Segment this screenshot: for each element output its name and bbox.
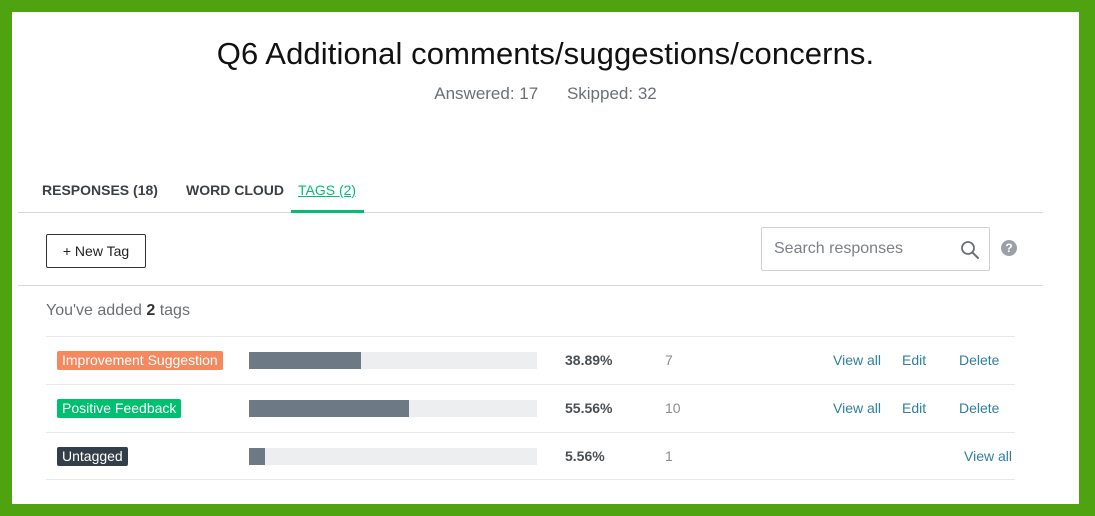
question-title: Q6 Additional comments/suggestions/conce…: [216, 36, 875, 71]
tab-tags[interactable]: TAGS (2): [298, 182, 356, 198]
tag-percent: 55.56%: [565, 400, 613, 416]
tag-label[interactable]: Positive Feedback: [57, 399, 182, 418]
tab-bar: RESPONSES (18) WORD CLOUD TAGS (2): [18, 177, 1043, 213]
tag-list: Improvement Suggestion 38.89% 7 View all…: [46, 336, 1015, 480]
tag-percent-bar: [249, 352, 537, 369]
search-input[interactable]: [774, 228, 954, 270]
question-panel: Q6 Additional comments/suggestions/conce…: [12, 12, 1079, 504]
view-all-link[interactable]: View all: [833, 400, 881, 416]
delete-link[interactable]: Delete: [959, 400, 999, 416]
tag-count: 1: [665, 448, 673, 464]
tag-row-untagged: Untagged 5.56% 1 View all: [46, 432, 1015, 480]
tag-count: 7: [665, 352, 673, 368]
tag-row-positive-feedback: Positive Feedback 55.56% 10 View all Edi…: [46, 384, 1015, 432]
summary-prefix: You've added: [46, 302, 147, 319]
tags-summary: You've added 2 tags: [46, 302, 190, 320]
tag-label[interactable]: Improvement Suggestion: [57, 351, 223, 370]
view-all-link[interactable]: View all: [964, 448, 1012, 464]
new-tag-button[interactable]: + New Tag: [46, 234, 146, 268]
tag-percent-bar: [249, 400, 537, 417]
tab-word-cloud[interactable]: WORD CLOUD: [186, 182, 284, 198]
tab-responses[interactable]: RESPONSES (18): [42, 182, 158, 198]
delete-link[interactable]: Delete: [959, 352, 999, 368]
tag-percent: 38.89%: [565, 352, 613, 368]
tag-count: 10: [665, 400, 681, 416]
tag-percent-bar-fill: [249, 448, 265, 465]
tag-row-improvement-suggestion: Improvement Suggestion 38.89% 7 View all…: [46, 336, 1015, 384]
tag-percent-bar-fill: [249, 400, 409, 417]
edit-link[interactable]: Edit: [902, 352, 926, 368]
help-icon[interactable]: ?: [1001, 240, 1017, 256]
tag-percent: 5.56%: [565, 448, 605, 464]
edit-link[interactable]: Edit: [902, 400, 926, 416]
summary-suffix: tags: [155, 302, 190, 319]
search-box[interactable]: [761, 227, 990, 271]
summary-count: 2: [146, 302, 156, 319]
skipped-count: Skipped: 32: [566, 84, 657, 103]
search-icon[interactable]: [960, 240, 980, 260]
tag-percent-bar: [249, 448, 537, 465]
answered-count: Answered: 17: [434, 84, 539, 103]
tag-label[interactable]: Untagged: [57, 447, 128, 466]
response-stats: Answered: 17 Skipped: 32: [12, 84, 1079, 104]
view-all-link[interactable]: View all: [833, 352, 881, 368]
tags-toolbar: + New Tag ?: [18, 213, 1043, 286]
tag-percent-bar-fill: [249, 352, 361, 369]
